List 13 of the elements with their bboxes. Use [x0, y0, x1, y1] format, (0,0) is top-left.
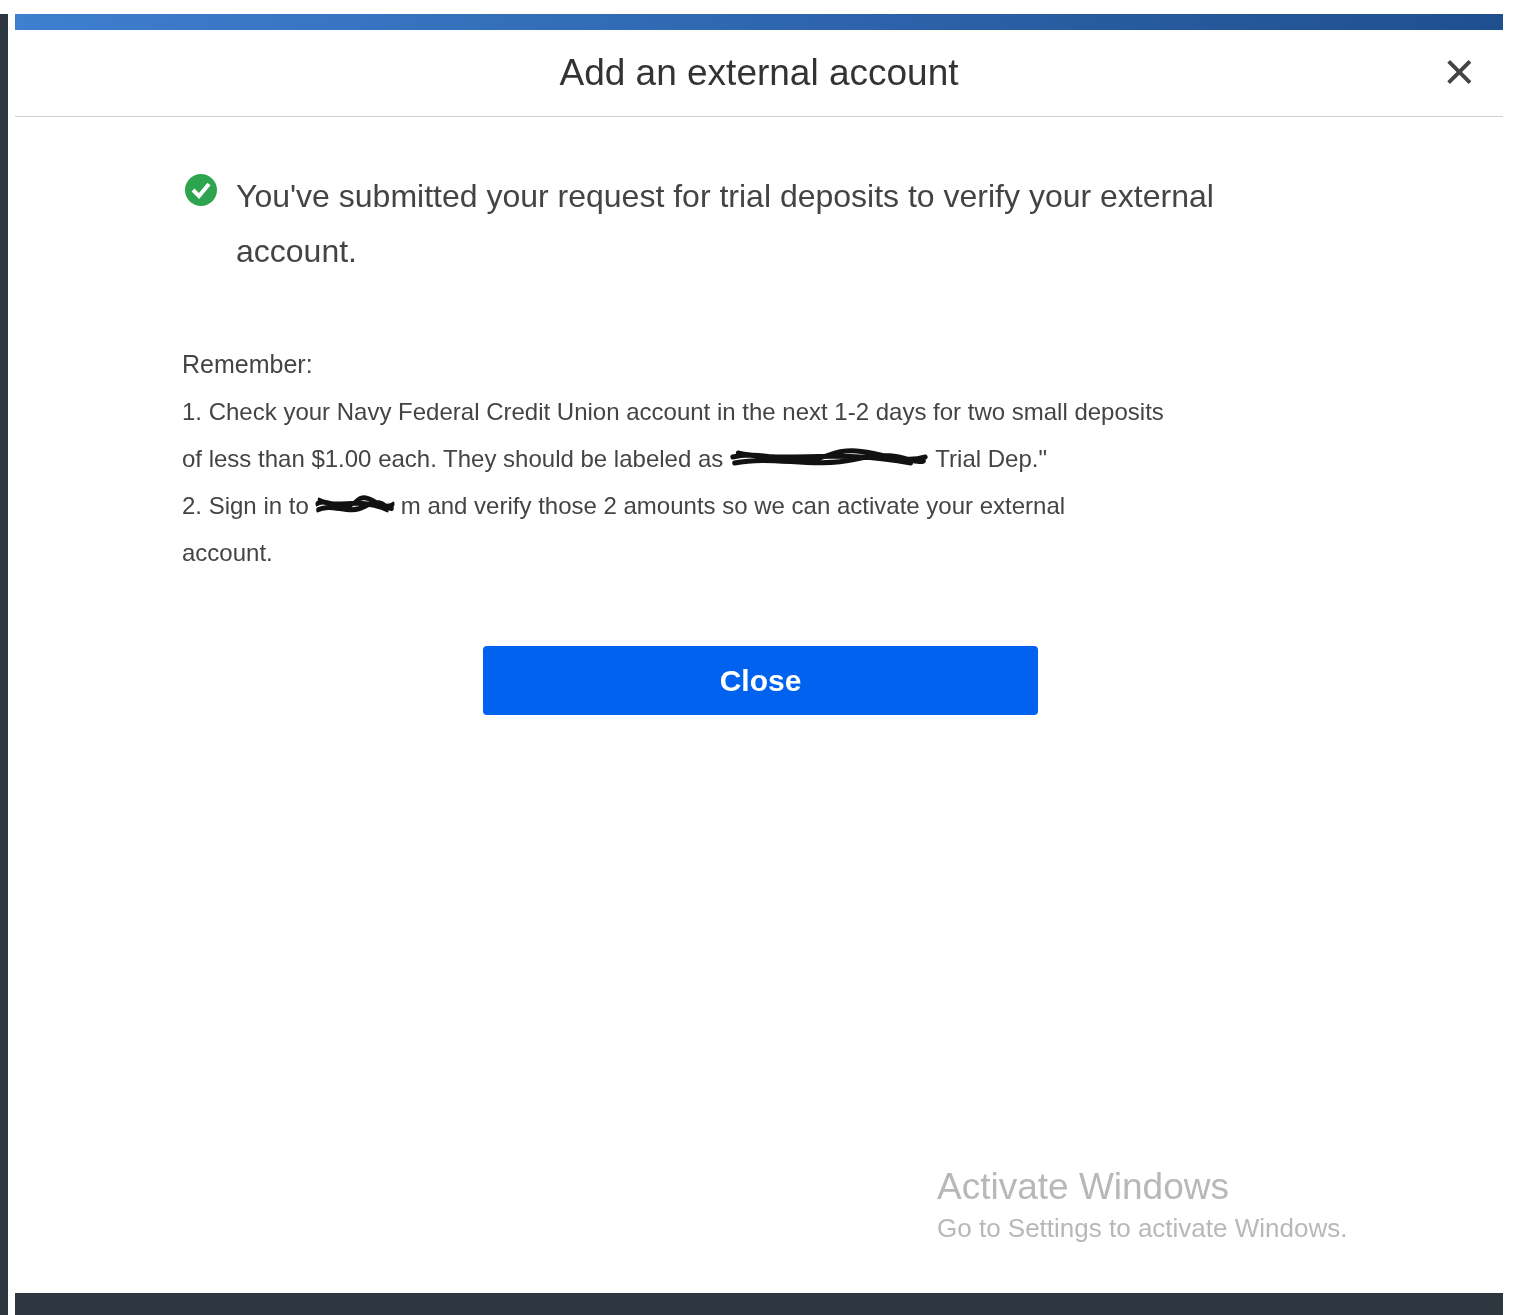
instruction-text: 2. Sign in to — [182, 490, 309, 521]
activation-subtitle: Go to Settings to activate Windows. — [937, 1212, 1349, 1245]
success-message: You've submitted your request for trial deposits to verify your external account. — [236, 177, 1215, 271]
instruction-text: Trial Dep." — [935, 443, 1047, 474]
instruction-text: of less than $1.00 each. They should be labeled as — [182, 443, 724, 474]
close-button[interactable]: Close — [483, 646, 1038, 715]
instruction-text: m and verify those 2 amounts so we can activate your external — [400, 490, 1066, 521]
remember-label: Remember: — [182, 349, 314, 380]
check-circle-icon — [184, 173, 218, 207]
activation-title: Activate Windows — [937, 1165, 1230, 1209]
dialog-title: Add an external account — [559, 51, 959, 96]
instruction-text: account. — [182, 537, 273, 568]
instruction-text: 1. Check your Navy Federal Credit Union account in the next 1-2 days for two small deposits — [182, 396, 1164, 427]
